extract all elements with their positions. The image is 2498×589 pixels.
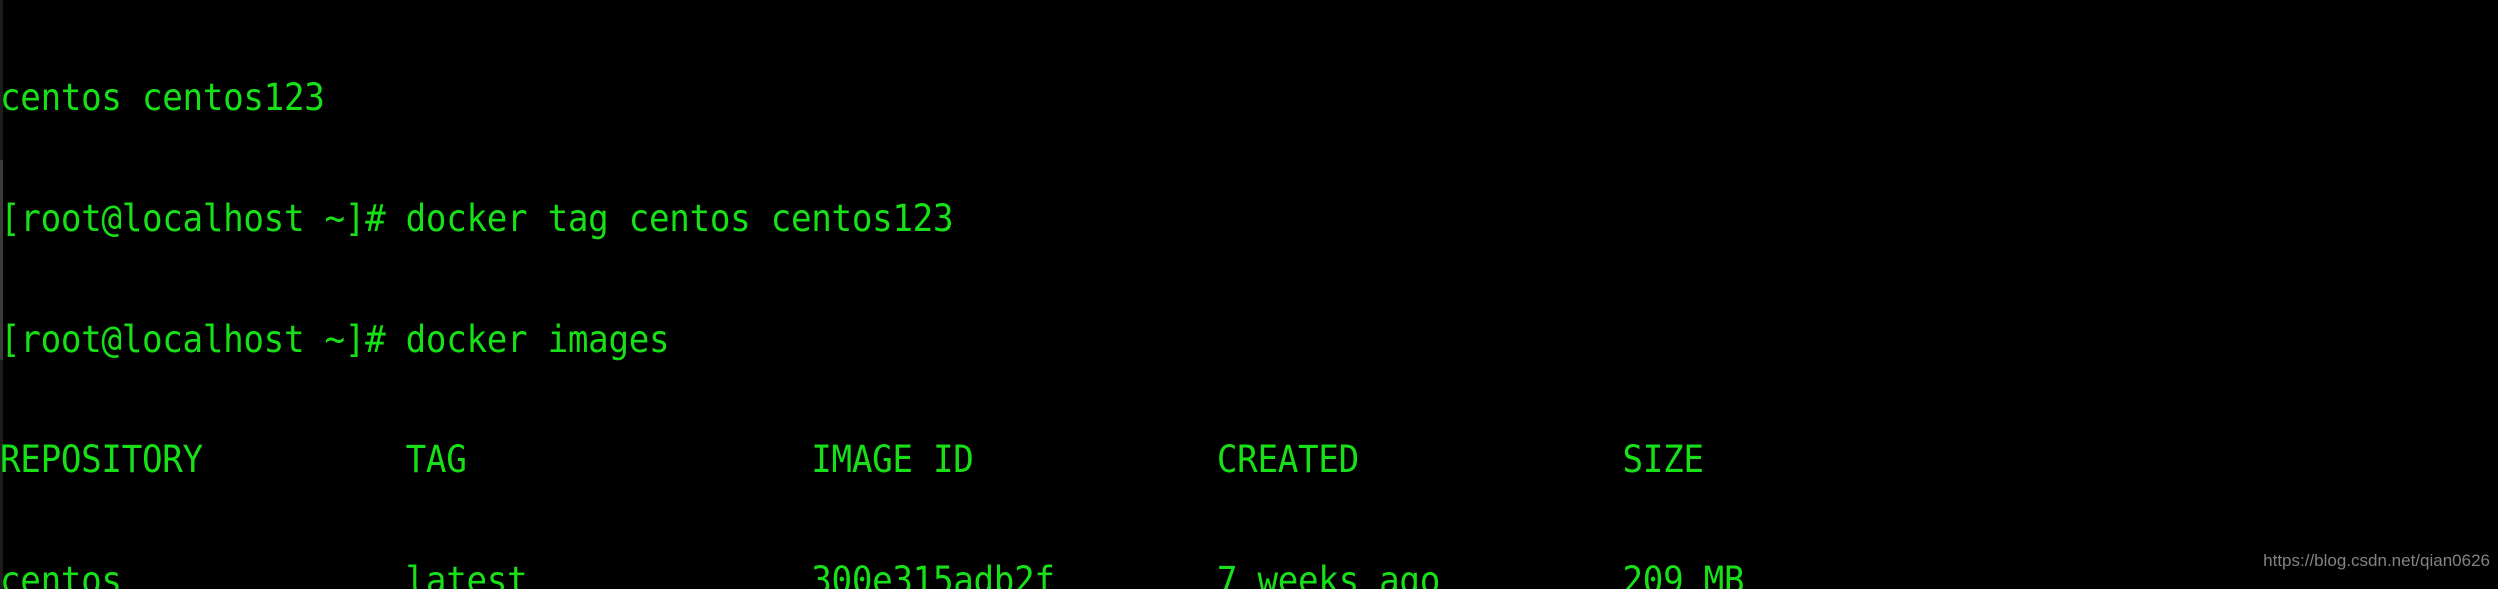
terminal-line-docker-tag-command: [root@localhost ~]# docker tag centos ce… — [0, 197, 954, 240]
terminal-screen[interactable]: centos centos123 [root@localhost ~]# doc… — [0, 0, 2311, 589]
terminal-line-images-row-centos: centos latest 300e315adb2f 7 weeks ago 2… — [0, 558, 1745, 589]
terminal-line-prev-command-tail: centos centos123 — [0, 76, 325, 120]
watermark-text: https://blog.csdn.net/qian0626 — [2263, 550, 2490, 570]
terminal-line-images-header: REPOSITORY TAG IMAGE ID CREATED SIZE — [0, 438, 1704, 482]
terminal-line-docker-images-command: [root@localhost ~]# docker images — [0, 317, 670, 361]
terminal-window[interactable]: centos centos123 [root@localhost ~]# doc… — [0, 0, 2498, 589]
